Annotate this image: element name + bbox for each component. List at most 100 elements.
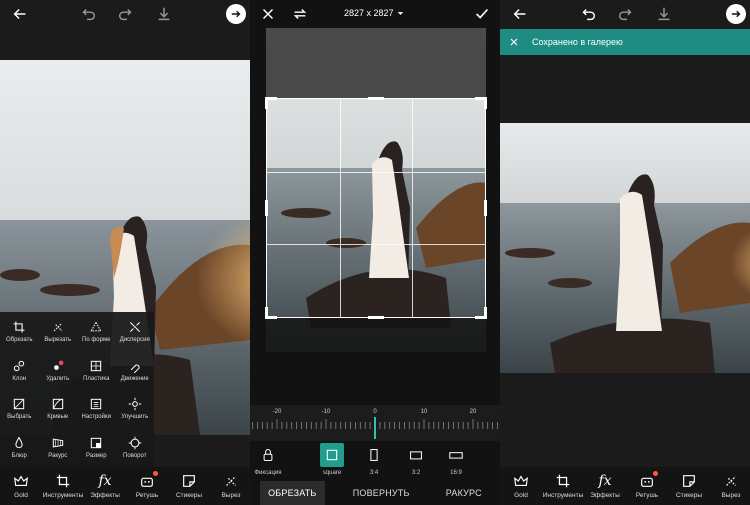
nav-item[interactable]: Gold xyxy=(500,467,542,505)
crop-handle[interactable] xyxy=(265,200,268,216)
crown-icon xyxy=(14,475,28,487)
nav-item[interactable]: Ретушь xyxy=(126,467,168,505)
tool-adjust[interactable]: Настройки xyxy=(77,390,116,429)
nav-item[interactable]: fx Эффекты xyxy=(584,467,626,505)
crop-handle[interactable] xyxy=(368,97,384,100)
square-icon xyxy=(326,449,338,461)
redo-icon[interactable] xyxy=(616,4,636,24)
tool-label: Размер xyxy=(85,453,107,460)
rotation-ruler[interactable]: -20 -10 0 10 20 xyxy=(250,405,500,441)
dispersion-icon xyxy=(129,321,140,332)
check-icon[interactable] xyxy=(472,4,492,24)
saved-photo[interactable] xyxy=(500,123,750,373)
back-arrow-icon[interactable] xyxy=(510,4,530,24)
rotate-icon xyxy=(128,436,141,450)
tool-enhance[interactable]: Улучшить xyxy=(116,390,155,429)
redo-icon[interactable] xyxy=(116,4,136,24)
tool-remove[interactable]: Удалить xyxy=(39,351,78,390)
ruler-tick-label: -20 xyxy=(272,409,282,415)
swap-orientation-icon[interactable] xyxy=(290,4,310,24)
nav-item[interactable]: Вырез xyxy=(210,467,250,505)
nav-item[interactable]: fx Эффекты xyxy=(84,467,126,505)
nav-item[interactable]: Ретушь xyxy=(626,467,668,505)
nav-label: Вырез xyxy=(721,492,741,499)
cutout-icon xyxy=(53,322,62,332)
tool-clone[interactable]: Клон xyxy=(0,351,39,390)
ruler-tick-label: -10 xyxy=(321,409,331,415)
tool-label: По форме xyxy=(82,336,111,343)
tool-label: Движение xyxy=(120,375,149,382)
next-arrow-icon[interactable] xyxy=(226,4,246,24)
back-arrow-icon[interactable] xyxy=(10,4,30,24)
tool-crop[interactable]: Обрезать xyxy=(0,312,39,351)
ratio-3-4-icon xyxy=(370,449,378,461)
tool-resize[interactable]: Размер xyxy=(77,428,116,467)
nav-label: Инструменты xyxy=(542,492,584,499)
nav-label: Gold xyxy=(514,492,528,499)
nav-item[interactable]: Инструменты xyxy=(42,467,84,505)
close-icon[interactable] xyxy=(258,4,278,24)
tool-label: Вырезать xyxy=(44,336,72,343)
close-icon[interactable] xyxy=(508,36,520,48)
nav-item[interactable]: Вырез xyxy=(710,467,750,505)
remove-icon xyxy=(53,360,64,370)
tool-motion[interactable]: Движение xyxy=(116,351,155,390)
nav-item[interactable]: Стикеры xyxy=(168,467,210,505)
tool-label: Пластика xyxy=(83,375,110,382)
notification-dot xyxy=(153,471,158,476)
tool-label: Ракурс xyxy=(48,453,68,460)
tool-curves[interactable]: Кривые xyxy=(39,390,78,429)
nav-item[interactable]: Стикеры xyxy=(668,467,710,505)
undo-icon[interactable] xyxy=(78,4,98,24)
clone-icon xyxy=(14,360,25,371)
dimensions-selector[interactable]: 2827 x 2827 xyxy=(344,8,404,18)
ratio-option[interactable]: 3:4 xyxy=(359,443,389,476)
ratio-option[interactable]: 16:9 xyxy=(441,443,471,476)
cutout-icon xyxy=(726,476,736,486)
ruler-tick-label: 10 xyxy=(420,409,428,415)
tab-2[interactable]: РАКУРС xyxy=(438,481,490,505)
crop-icon xyxy=(556,474,570,488)
tool-perspective[interactable]: Ракурс xyxy=(39,428,78,467)
tool-rotate[interactable]: Поворот xyxy=(116,428,155,467)
tool-cutout[interactable]: Вырезать xyxy=(39,312,78,351)
nav-label: Ретушь xyxy=(135,492,159,499)
shape-crop-icon xyxy=(90,321,102,332)
crop-icon xyxy=(13,321,25,333)
perspective-icon xyxy=(52,438,63,448)
crop-handle[interactable] xyxy=(484,200,487,216)
ratio-option[interactable]: 3:2 xyxy=(401,443,431,476)
download-icon[interactable] xyxy=(154,4,174,24)
crop-handle[interactable] xyxy=(368,316,384,319)
adjust-icon xyxy=(91,399,102,410)
tool-select[interactable]: Выбрать xyxy=(0,390,39,429)
tab-1[interactable]: ПОВЕРНУТЬ xyxy=(345,481,418,505)
undo-icon[interactable] xyxy=(578,4,598,24)
tool-dispersion[interactable]: Дисперсия xyxy=(116,312,155,351)
tool-stretch[interactable]: Пластика xyxy=(77,351,116,390)
ratio-option[interactable]: square xyxy=(317,443,347,476)
cutout-icon xyxy=(226,476,236,486)
next-arrow-icon[interactable] xyxy=(726,4,746,24)
ruler-tick-label: 20 xyxy=(469,409,477,415)
dimensions-label: 2827 x 2827 xyxy=(344,8,394,18)
motion-icon xyxy=(130,364,140,373)
tool-blur[interactable]: Блюр xyxy=(0,428,39,467)
ratio-3-2-icon xyxy=(410,451,422,460)
download-icon[interactable] xyxy=(654,4,674,24)
tab-0[interactable]: ОБРЕЗАТЬ xyxy=(260,481,325,505)
ratio-label: Фиксация xyxy=(254,470,282,476)
ratio-option[interactable]: Фиксация xyxy=(253,443,283,476)
nav-item[interactable]: Gold xyxy=(0,467,42,505)
crop-frame[interactable] xyxy=(265,97,487,319)
nav-item[interactable]: Инструменты xyxy=(542,467,584,505)
top-bar xyxy=(500,0,750,28)
tool-shape-crop[interactable]: По форме xyxy=(77,312,116,351)
ratio-label: square xyxy=(322,470,342,476)
tool-label: Обрезать xyxy=(6,336,33,343)
resize-icon xyxy=(91,437,102,449)
tool-label: Выбрать xyxy=(7,414,32,421)
tools-grid: Обрезать Вырезать По форме Дисперсия Клон Уда… xyxy=(0,312,154,467)
crop-tabs: ОБРЕЗАТЬ ПОВЕРНУТЬ РАКУРС xyxy=(250,481,500,505)
crop-panel: 2827 x 2827 -20 -10 0 10 20 Фиксация squ… xyxy=(250,0,500,505)
